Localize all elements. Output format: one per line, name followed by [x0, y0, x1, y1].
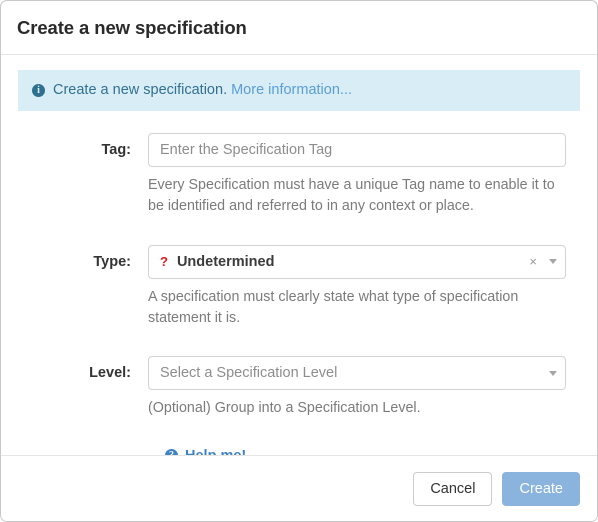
form-row-level: Level: Select a Specification Level (Opt… [18, 356, 580, 419]
dialog-header: Create a new specification [1, 1, 597, 55]
form-row-tag: Tag: Every Specification must have a uni… [18, 133, 580, 216]
level-help-text: (Optional) Group into a Specification Le… [148, 400, 421, 417]
type-label: Type: [93, 253, 131, 270]
chevron-down-icon[interactable] [549, 370, 557, 376]
info-circle-icon: i [32, 84, 45, 98]
type-select-actions: × [529, 246, 557, 278]
more-information-link[interactable]: More information... [231, 82, 352, 99]
cancel-button[interactable]: Cancel [413, 471, 493, 506]
level-control: Select a Specification Level (Optional) … [148, 356, 580, 419]
form-row-type: Type: ? Undetermined × A specification m… [18, 244, 580, 328]
chevron-down-icon[interactable] [549, 259, 557, 265]
level-select-actions [549, 357, 557, 389]
tag-control: Every Specification must have a unique T… [148, 133, 580, 216]
tag-label: Tag: [101, 142, 131, 159]
level-select-placeholder: Select a Specification Level [160, 365, 338, 382]
question-mark-icon: ? [160, 254, 168, 270]
tag-help-text: Every Specification must have a unique T… [148, 177, 555, 215]
type-select[interactable]: ? Undetermined × [148, 244, 566, 279]
create-button[interactable]: Create [502, 471, 580, 506]
type-help-text: A specification must clearly state what … [148, 288, 519, 326]
create-specification-dialog: Create a new specification i Create a ne… [0, 0, 598, 522]
tag-input[interactable] [148, 133, 566, 168]
dialog-body: i Create a new specification. More infor… [1, 55, 597, 464]
dialog-footer: Cancel Create [1, 455, 597, 521]
level-select[interactable]: Select a Specification Level [148, 356, 566, 391]
info-alert: i Create a new specification. More infor… [18, 70, 580, 112]
info-alert-text: Create a new specification. [53, 82, 228, 98]
level-label: Level: [89, 365, 131, 382]
type-control: ? Undetermined × A specification must cl… [148, 244, 580, 328]
clear-icon[interactable]: × [529, 255, 537, 268]
page-title: Create a new specification [17, 16, 247, 38]
type-select-value: Undetermined [176, 253, 275, 270]
